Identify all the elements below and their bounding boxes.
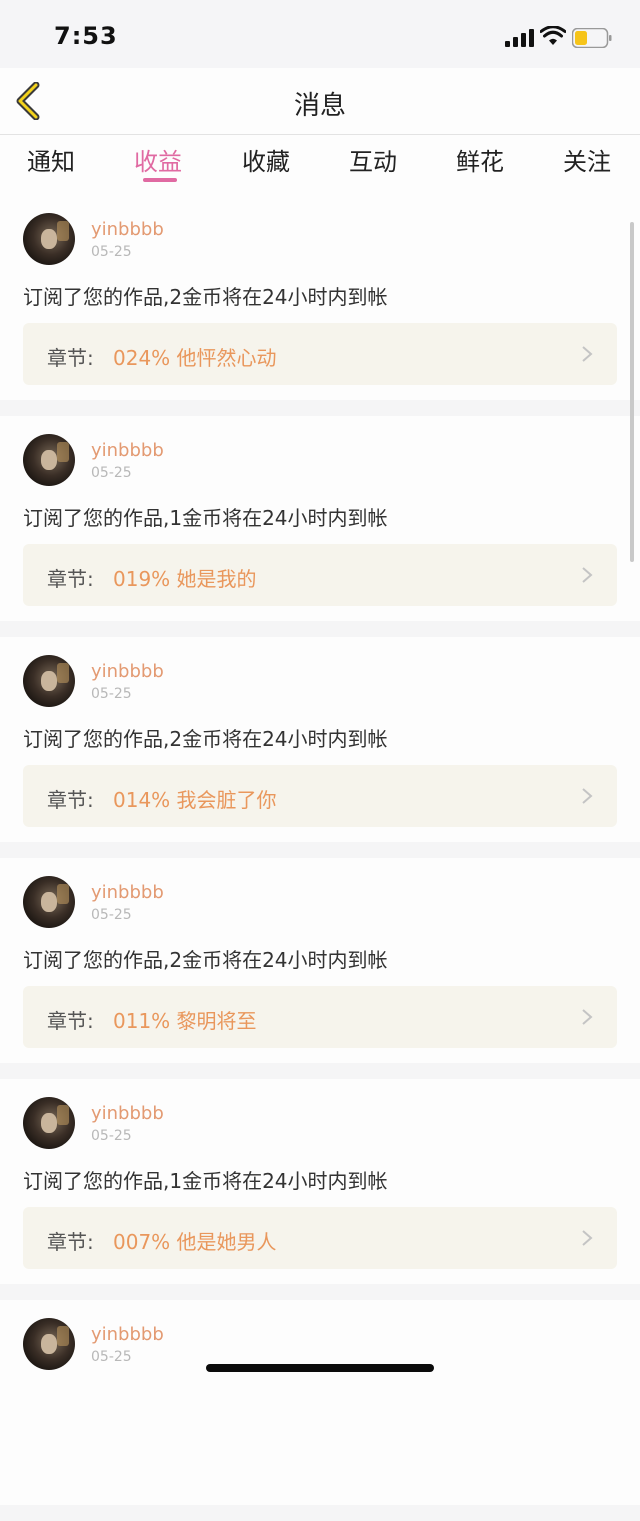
- chapter-title: 014% 我会脏了你: [113, 788, 277, 812]
- scrollbar[interactable]: [630, 222, 634, 562]
- message-date: 05-25: [91, 1349, 132, 1365]
- avatar[interactable]: [23, 1097, 75, 1149]
- chapter-title: 007% 他是她男人: [113, 1230, 277, 1254]
- chapter-link[interactable]: 章节: 007% 他是她男人: [23, 1207, 617, 1269]
- message-text: 订阅了您的作品,2金币将在24小时内到帐: [23, 285, 388, 309]
- chapter-prefix: 章节:: [47, 1009, 94, 1033]
- avatar[interactable]: [23, 213, 75, 265]
- message-date: 05-25: [91, 465, 132, 481]
- chapter-title: 011% 黎明将至: [113, 1009, 257, 1033]
- tab-following[interactable]: 关注: [547, 142, 627, 177]
- chapter-title: 019% 她是我的: [113, 567, 257, 591]
- tab-bar: 通知 收益 收藏 互动 鲜花 关注: [0, 135, 640, 195]
- tab-flowers[interactable]: 鲜花: [440, 142, 520, 177]
- chevron-right-icon: [582, 346, 593, 362]
- message-date: 05-25: [91, 244, 132, 260]
- message-date: 05-25: [91, 907, 132, 923]
- battery-icon: [572, 28, 612, 48]
- chapter-link[interactable]: 章节: 024% 他怦然心动: [23, 323, 617, 385]
- list-item: yinbbbb 05-25: [0, 1300, 640, 1505]
- navigation-bar: 消息: [0, 68, 640, 135]
- status-time: 7:53: [54, 22, 118, 50]
- page-title: 消息: [293, 91, 346, 121]
- list-item: yinbbbb 05-25 订阅了您的作品,2金币将在24小时内到帐 章节: 0…: [0, 195, 640, 400]
- avatar[interactable]: [23, 434, 75, 486]
- chevron-right-icon: [582, 1009, 593, 1025]
- list-item: yinbbbb 05-25 订阅了您的作品,1金币将在24小时内到帐 章节: 0…: [0, 1079, 640, 1284]
- username[interactable]: yinbbbb: [91, 882, 164, 903]
- tab-interactions[interactable]: 互动: [333, 142, 413, 177]
- chapter-link[interactable]: 章节: 019% 她是我的: [23, 544, 617, 606]
- chapter-prefix: 章节:: [47, 788, 94, 812]
- list-item: yinbbbb 05-25 订阅了您的作品,1金币将在24小时内到帐 章节: 0…: [0, 416, 640, 621]
- username[interactable]: yinbbbb: [91, 661, 164, 682]
- tab-earnings[interactable]: 收益: [118, 142, 198, 177]
- chevron-right-icon: [582, 1230, 593, 1246]
- message-text: 订阅了您的作品,2金币将在24小时内到帐: [23, 727, 388, 751]
- chapter-link[interactable]: 章节: 011% 黎明将至: [23, 986, 617, 1048]
- chapter-title: 024% 他怦然心动: [113, 346, 277, 370]
- username[interactable]: yinbbbb: [91, 440, 164, 461]
- avatar[interactable]: [23, 655, 75, 707]
- chapter-prefix: 章节:: [47, 346, 94, 370]
- list-item: yinbbbb 05-25 订阅了您的作品,2金币将在24小时内到帐 章节: 0…: [0, 858, 640, 1063]
- status-bar: 7:53: [0, 0, 640, 68]
- chapter-link[interactable]: 章节: 014% 我会脏了你: [23, 765, 617, 827]
- list-item: yinbbbb 05-25 订阅了您的作品,2金币将在24小时内到帐 章节: 0…: [0, 637, 640, 842]
- chevron-right-icon: [582, 567, 593, 583]
- cellular-signal-icon: [505, 29, 534, 47]
- active-tab-indicator: [143, 178, 177, 182]
- message-date: 05-25: [91, 1128, 132, 1144]
- earnings-message-list: yinbbbb 05-25 订阅了您的作品,2金币将在24小时内到帐 章节: 0…: [0, 195, 640, 1521]
- message-date: 05-25: [91, 686, 132, 702]
- message-text: 订阅了您的作品,1金币将在24小时内到帐: [23, 1169, 388, 1193]
- chapter-prefix: 章节:: [47, 567, 94, 591]
- wifi-icon: [540, 26, 566, 45]
- message-text: 订阅了您的作品,1金币将在24小时内到帐: [23, 506, 388, 530]
- chapter-prefix: 章节:: [47, 1230, 94, 1254]
- chevron-right-icon: [582, 788, 593, 804]
- tab-notifications[interactable]: 通知: [11, 142, 91, 177]
- username[interactable]: yinbbbb: [91, 219, 164, 240]
- message-text: 订阅了您的作品,2金币将在24小时内到帐: [23, 948, 388, 972]
- username[interactable]: yinbbbb: [91, 1324, 164, 1345]
- username[interactable]: yinbbbb: [91, 1103, 164, 1124]
- tab-favorites[interactable]: 收藏: [226, 142, 306, 177]
- home-indicator: [206, 1364, 434, 1372]
- avatar[interactable]: [23, 1318, 75, 1370]
- avatar[interactable]: [23, 876, 75, 928]
